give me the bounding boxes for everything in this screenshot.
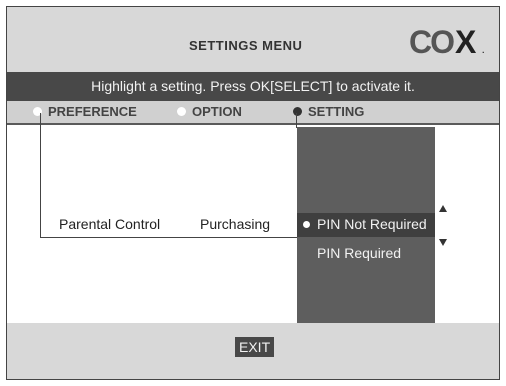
connector-line [40, 113, 41, 238]
setting-item-pin-not-required[interactable]: PIN Not Required [303, 216, 427, 232]
preference-value[interactable]: Parental Control [59, 216, 160, 232]
connector-line [40, 237, 298, 238]
tab-setting[interactable]: SETTING [293, 104, 364, 119]
instruction-bar: Highlight a setting. Press OK[SELECT] to… [7, 72, 499, 101]
menu-title: SETTINGS MENU [189, 38, 303, 53]
selected-bullet-icon [303, 220, 310, 228]
exit-button[interactable]: EXIT [235, 337, 275, 357]
setting-label: PIN Not Required [317, 216, 427, 232]
tab-preference[interactable]: PREFERENCE [33, 104, 137, 119]
tab-bullet-icon [177, 107, 186, 116]
tab-label: SETTING [308, 104, 365, 119]
tab-option[interactable]: OPTION [177, 104, 242, 119]
tab-bullet-active-icon [293, 107, 302, 116]
tv-menu-frame: SETTINGS MENU COX. Highlight a setting. … [6, 6, 500, 380]
setting-panel: PIN Not Required PIN Required [297, 127, 435, 323]
scroll-up-icon[interactable] [439, 205, 447, 212]
tab-label: OPTION [192, 104, 242, 119]
scroll-down-icon[interactable] [439, 239, 447, 246]
cox-logo: COX. [409, 24, 484, 61]
header: SETTINGS MENU COX. [7, 7, 499, 72]
tab-label: PREFERENCE [48, 104, 137, 119]
option-value[interactable]: Purchasing [200, 216, 270, 232]
footer: EXIT [7, 323, 499, 379]
logo-text: CO [409, 24, 455, 60]
setting-label: PIN Required [317, 245, 402, 261]
tabs-bar: PREFERENCE OPTION SETTING [7, 101, 499, 125]
setting-item-pin-required[interactable]: PIN Required [317, 245, 401, 261]
connector-line [296, 113, 297, 128]
logo-x: X [455, 24, 476, 60]
